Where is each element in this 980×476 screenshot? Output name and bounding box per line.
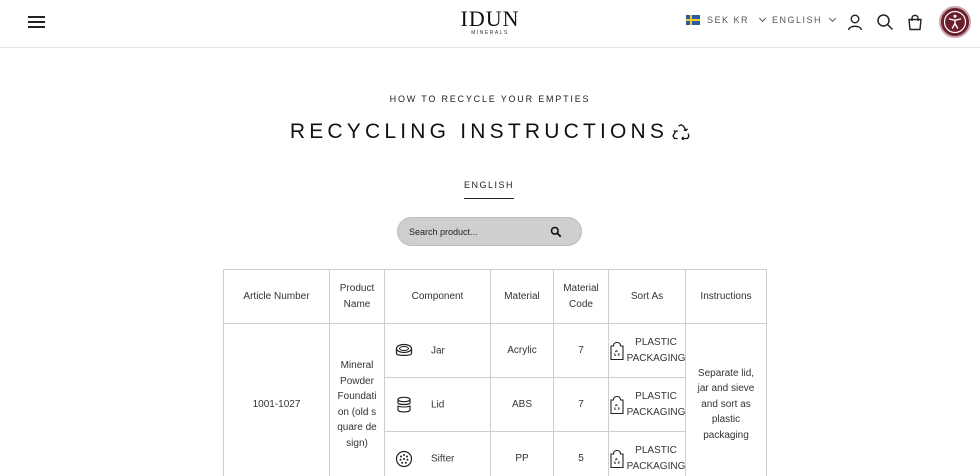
chevron-down-icon xyxy=(758,14,767,23)
recycling-table: Article Number Product Name Component Ma… xyxy=(223,269,767,476)
plastic-bag-icon xyxy=(610,341,624,360)
product-search xyxy=(397,217,582,246)
component-cell: Jar xyxy=(384,323,491,378)
logo-subtext: MINERALS xyxy=(471,30,509,36)
component-cell: Lid xyxy=(384,377,491,432)
sweden-flag-icon xyxy=(686,15,700,25)
search-input[interactable] xyxy=(409,224,549,240)
table-row: 1001-1027 Mineral Powder Foundation (old… xyxy=(223,323,767,476)
component-label: Sifter xyxy=(431,452,455,464)
article-number-cell: 1001-1027 xyxy=(223,323,330,476)
site-header: IDUN MINERALS SEK KR ENGLISH xyxy=(0,0,980,48)
instructions-cell: Separate lid, jar and sieve and sort as … xyxy=(685,323,767,476)
component-label: Jar xyxy=(431,344,445,356)
header-component: Component xyxy=(384,269,491,324)
component-cell: Sifter xyxy=(384,431,491,476)
plastic-bag-icon xyxy=(610,449,624,468)
currency-selector[interactable]: SEK KR xyxy=(686,14,767,25)
sifter-icon xyxy=(395,450,413,467)
material-code-cell: 7 xyxy=(553,323,609,378)
language-selector[interactable]: ENGLISH xyxy=(772,14,837,25)
account-icon[interactable] xyxy=(846,13,864,31)
page-title: RECYCLING INSTRUCTIONS xyxy=(0,120,980,144)
page-eyebrow: HOW TO RECYCLE YOUR EMPTIES xyxy=(389,94,591,104)
sort-as-cell: PLASTIC PACKAGING xyxy=(608,377,686,432)
header-sort-as: Sort As xyxy=(608,269,686,324)
chevron-down-icon xyxy=(828,14,837,23)
header-material: Material xyxy=(490,269,554,324)
plastic-bag-icon xyxy=(610,395,624,414)
currency-label: SEK KR xyxy=(707,15,750,25)
search-icon[interactable] xyxy=(550,226,562,238)
accessibility-icon xyxy=(943,10,967,34)
sort-as-cell: PLASTIC PACKAGING xyxy=(608,323,686,378)
header-article-number: Article Number xyxy=(223,269,330,324)
sort-as-label: PLASTIC PACKAGING xyxy=(626,445,686,472)
logo-text: IDUN xyxy=(460,6,520,31)
material-cell: ABS xyxy=(490,377,554,432)
recycle-icon xyxy=(672,124,690,141)
header-material-code: Material Code xyxy=(553,269,609,324)
table-header-row: Article Number Product Name Component Ma… xyxy=(223,269,767,324)
sort-as-label: PLASTIC PACKAGING xyxy=(626,391,686,418)
material-cell: Acrylic xyxy=(490,323,554,378)
accessibility-button[interactable] xyxy=(939,6,971,38)
component-label: Lid xyxy=(431,398,445,410)
material-cell: PP xyxy=(490,431,554,476)
site-logo[interactable]: IDUN MINERALS xyxy=(440,6,540,37)
sort-as-cell: PLASTIC PACKAGING xyxy=(608,431,686,476)
material-code-cell: 5 xyxy=(553,431,609,476)
lid-icon xyxy=(397,396,411,412)
header-product-name: Product Name xyxy=(329,269,385,324)
header-instructions: Instructions xyxy=(685,269,767,324)
product-name-cell: Mineral Powder Foundation (old square de… xyxy=(329,323,385,476)
material-code-cell: 7 xyxy=(553,377,609,432)
jar-icon xyxy=(395,343,413,356)
tab-english[interactable]: ENGLISH xyxy=(464,180,514,199)
language-label: ENGLISH xyxy=(772,15,823,25)
page-title-text: RECYCLING INSTRUCTIONS xyxy=(289,120,669,143)
sort-as-label: PLASTIC PACKAGING xyxy=(626,337,686,364)
menu-icon[interactable] xyxy=(28,15,46,29)
cart-bag-icon[interactable] xyxy=(906,13,924,31)
search-icon[interactable] xyxy=(876,13,894,31)
